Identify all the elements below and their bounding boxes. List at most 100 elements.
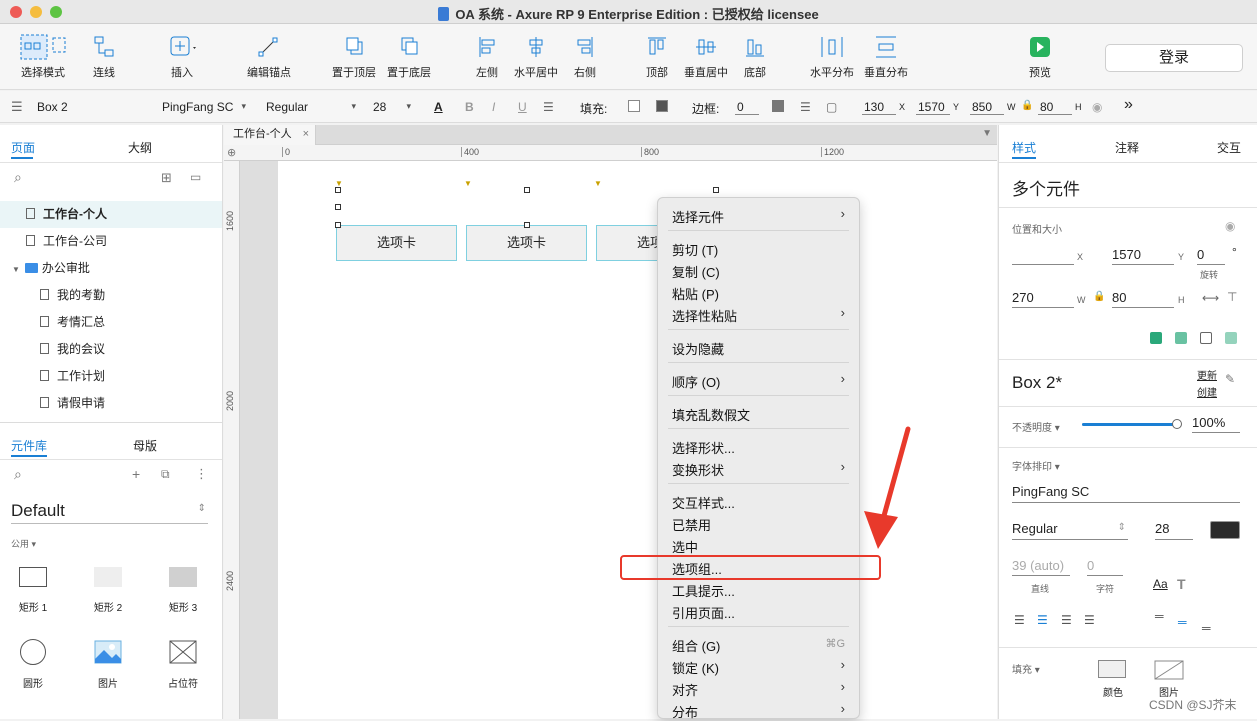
login-button[interactable]: 登录 (1105, 44, 1243, 72)
tab-outline[interactable]: 大纲 (128, 139, 152, 156)
font-weight-select[interactable]: Regular (266, 100, 356, 114)
y-input[interactable]: 1570 (1112, 247, 1174, 265)
bullet-list-icon[interactable]: ☰ (543, 100, 554, 114)
search-icon[interactable]: ⌕ (14, 169, 22, 186)
preview-button[interactable]: 预览 (1026, 34, 1054, 80)
align-left-text-icon[interactable]: ☰ (1014, 613, 1025, 627)
align-middle-button[interactable]: 垂直居中 (684, 34, 728, 80)
insert-button[interactable]: 插入 (160, 34, 204, 80)
update-style-link[interactable]: 更新 (1197, 367, 1217, 382)
y-input[interactable]: 1570 (916, 100, 950, 115)
x-input[interactable] (1012, 247, 1074, 265)
library-more-icon[interactable]: ⋮ (195, 466, 208, 482)
connector-button[interactable]: 连线 (86, 34, 122, 80)
edit-anchor-button[interactable]: 编辑锚点 (246, 34, 292, 80)
page-item[interactable]: 考情汇总 (0, 309, 222, 336)
resize-handle[interactable] (335, 204, 341, 210)
send-to-back-button[interactable]: 置于底层 (386, 34, 432, 80)
bring-to-front-button[interactable]: 置于顶层 (332, 34, 376, 80)
rotation-input[interactable]: 0 (1197, 247, 1225, 265)
menu-item-lorem-ipsum[interactable]: 填充乱数假文 (672, 405, 750, 424)
align-center-button[interactable]: 水平居中 (514, 34, 558, 80)
opacity-input[interactable]: 100% (1192, 415, 1240, 433)
menu-item-tooltip[interactable]: 工具提示... (672, 581, 735, 600)
width-input[interactable]: 270 (1012, 290, 1074, 308)
menu-item-distribute[interactable]: 分布 (672, 702, 698, 721)
folder-item[interactable]: ▼ 办公审批 (0, 255, 222, 282)
fill-color-swatch[interactable] (628, 100, 640, 112)
menu-item-select-widgets[interactable]: 选择元件 (672, 207, 724, 226)
library-category[interactable]: 公用 ▾ (11, 537, 36, 550)
visibility-icon[interactable]: ◉ (1092, 100, 1102, 114)
menu-item-transform-shape[interactable]: 变换形状 (672, 460, 724, 479)
text-shadow-icon[interactable]: Aa (1153, 577, 1168, 591)
tab-box[interactable]: 选项卡 (466, 225, 587, 261)
resize-handle[interactable] (335, 222, 341, 228)
fit-width-icon[interactable]: ⟷ (1202, 291, 1219, 305)
widget-rectangle-3[interactable]: 矩形 3 (158, 565, 208, 614)
align-right-button[interactable]: 右侧 (570, 34, 600, 80)
resize-handle[interactable] (524, 187, 530, 193)
widget-rectangle-1[interactable]: 矩形 1 (8, 565, 58, 614)
tab-style[interactable]: 样式 (1012, 139, 1036, 156)
menu-item-order[interactable]: 顺序 (O) (672, 372, 720, 391)
underline-icon[interactable]: U (518, 100, 527, 114)
font-family-select[interactable]: PingFang SC (1012, 484, 1240, 503)
page-item[interactable]: 工作计划 (0, 363, 222, 390)
height-input[interactable]: 80 (1038, 100, 1072, 115)
width-input[interactable]: 850 (970, 100, 1004, 115)
close-tab-icon[interactable]: × (303, 125, 309, 144)
tab-masters[interactable]: 母版 (133, 437, 157, 454)
widget-rectangle-2[interactable]: 矩形 2 (83, 565, 133, 614)
valign-top-icon[interactable]: ═ (1155, 609, 1164, 623)
align-right-text-icon[interactable]: ☰ (1061, 613, 1072, 627)
distribute-horizontal-button[interactable]: 水平分布 (810, 34, 854, 80)
menu-item-reference-page[interactable]: 引用页面... (672, 603, 735, 622)
tab-notes[interactable]: 注释 (1115, 139, 1139, 156)
anchor-marker-icon[interactable]: ▼ (335, 179, 343, 188)
font-size-select[interactable]: 28 (373, 100, 411, 114)
text-color-swatch[interactable] (1210, 521, 1240, 539)
align-top-button[interactable]: 顶部 (642, 34, 672, 80)
fill-color-swatch[interactable] (1098, 660, 1126, 678)
widget-circle[interactable]: 圆形 (8, 637, 58, 690)
boolean-intersect-icon[interactable] (1200, 332, 1212, 344)
page-item[interactable]: 请假申请 (0, 390, 222, 417)
lock-icon[interactable]: 🔒 (1021, 100, 1033, 111)
align-bottom-button[interactable]: 底部 (740, 34, 770, 80)
menu-item-paste-special[interactable]: 选择性粘贴 (672, 306, 737, 325)
boolean-exclude-icon[interactable] (1225, 332, 1237, 344)
letter-spacing-input[interactable]: 0 (1087, 558, 1123, 576)
anchor-marker-icon[interactable]: ▼ (464, 179, 472, 188)
menu-item-paste[interactable]: 粘贴 (P) (672, 284, 719, 303)
document-tab[interactable]: 工作台-个人 × (224, 125, 316, 145)
text-transform-icon[interactable]: T (1177, 576, 1186, 592)
align-center-text-icon[interactable]: ☰ (1037, 613, 1048, 627)
corner-radius-icon[interactable]: ▢ (826, 100, 837, 114)
menu-item-group[interactable]: 组合 (G) (672, 636, 720, 655)
boolean-union-icon[interactable] (1150, 332, 1162, 344)
add-library-icon[interactable]: + (132, 466, 140, 482)
boolean-subtract-icon[interactable] (1175, 332, 1187, 344)
library-search-icon[interactable]: ⌕ (14, 466, 22, 483)
valign-bottom-icon[interactable]: ═ (1202, 621, 1211, 635)
distribute-vertical-button[interactable]: 垂直分布 (864, 34, 908, 80)
resize-handle[interactable] (524, 222, 530, 228)
menu-item-hide[interactable]: 设为隐藏 (672, 339, 724, 358)
library-select[interactable]: Default ⇕ (11, 501, 208, 524)
border-style-icon[interactable]: ☰ (800, 100, 811, 114)
add-folder-icon[interactable]: ▭ (190, 170, 201, 184)
menu-item-lock[interactable]: 锁定 (K) (672, 658, 719, 677)
shadow-icon[interactable] (656, 100, 668, 112)
menu-item-cut[interactable]: 剪切 (T) (672, 240, 718, 259)
widget-placeholder[interactable]: 占位符 (158, 637, 208, 690)
justify-text-icon[interactable]: ☰ (1084, 613, 1095, 627)
menu-item-copy[interactable]: 复制 (C) (672, 262, 720, 281)
menu-item-select-shape[interactable]: 选择形状... (672, 438, 735, 457)
page-item[interactable]: 我的会议 (0, 336, 222, 363)
anchor-marker-icon[interactable]: ▼ (594, 179, 602, 188)
widget-image[interactable]: 图片 (83, 637, 133, 690)
menu-item-disabled[interactable]: 已禁用 (672, 515, 711, 534)
create-style-link[interactable]: 创建 (1197, 384, 1217, 399)
resize-handle[interactable] (713, 187, 719, 193)
